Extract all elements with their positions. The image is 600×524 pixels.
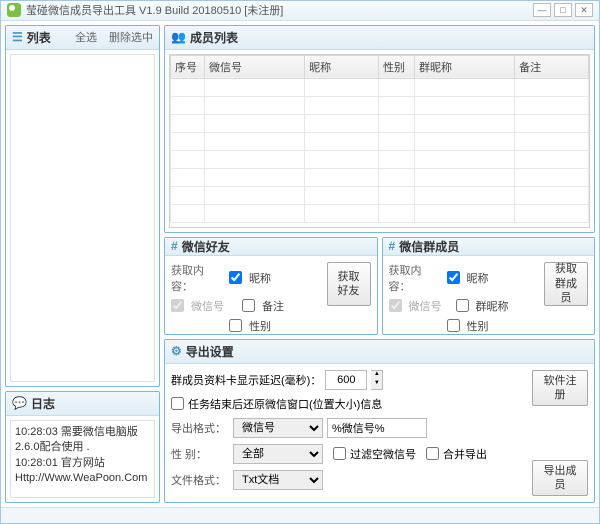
- log-line: 10:28:03 需要微信电脑版2.6.0配合使用 .: [15, 425, 150, 456]
- gender-label: 性 别：: [171, 446, 229, 462]
- log-body: 10:28:03 需要微信电脑版2.6.0配合使用 . 10:28:01 官方网…: [10, 420, 155, 498]
- app-window: 莹碰微信成员导出工具 V1.9 Build 20180510 [未注册] — □…: [0, 0, 600, 524]
- export-panel: ⚙ 导出设置 群成员资料卡显示延迟(毫秒)： ▲▼ 任务结束后还原微信窗口(位置…: [164, 339, 595, 503]
- col-index[interactable]: 序号: [171, 55, 205, 78]
- table-row: [171, 96, 589, 114]
- delay-input[interactable]: [325, 370, 367, 390]
- table-row: [171, 204, 589, 222]
- chk-wxid: [171, 299, 184, 312]
- chk-gender[interactable]: [229, 319, 242, 332]
- chat-icon: 💬: [12, 396, 27, 410]
- members-icon: 👥: [171, 30, 186, 44]
- restore-label: 任务结束后还原微信窗口(位置大小)信息: [188, 396, 382, 412]
- fetch-group-button[interactable]: 获取 群成员: [544, 262, 588, 306]
- table-row: [171, 150, 589, 168]
- list-title: 列表: [27, 29, 51, 46]
- chk-gnick[interactable]: [456, 299, 469, 312]
- export-right: 软件注册 导出成员: [532, 370, 588, 496]
- col-gnick[interactable]: 群昵称: [414, 55, 514, 78]
- gender-select[interactable]: 全部: [233, 444, 323, 464]
- table-row: [171, 132, 589, 150]
- friends-title: 微信好友: [182, 238, 230, 255]
- log-header: 💬 日志: [6, 392, 159, 416]
- hash-icon: #: [389, 239, 396, 253]
- friends-opts: 获取内容： 昵称 微信号 备注 性别: [171, 262, 321, 338]
- window-title: 莹碰微信成员导出工具 V1.9 Build 20180510 [未注册]: [26, 2, 283, 18]
- members-header: 👥 成员列表: [165, 26, 594, 50]
- maximize-button[interactable]: □: [554, 3, 572, 17]
- friends-body: 获取内容： 昵称 微信号 备注 性别: [165, 256, 377, 344]
- group-body: 获取内容： 昵称 微信号 群昵称 性别: [383, 256, 595, 344]
- format-template[interactable]: [327, 418, 427, 438]
- chk-nick[interactable]: [229, 271, 242, 284]
- group-title: 微信群成员: [399, 238, 459, 255]
- chk-nick[interactable]: [447, 271, 460, 284]
- format-select[interactable]: 微信号: [233, 418, 323, 438]
- content: ☰ 列表 全选 删除选中 💬 日志 10:28:03 需要微信电脑版2.6.0配…: [1, 21, 599, 507]
- export-button[interactable]: 导出成员: [532, 460, 588, 496]
- format-label: 导出格式：: [171, 420, 229, 436]
- chk-wxid: [389, 299, 402, 312]
- table-row: [171, 186, 589, 204]
- chk-filter-empty[interactable]: [333, 447, 346, 460]
- export-title: 导出设置: [186, 343, 234, 360]
- chk-remark[interactable]: [242, 299, 255, 312]
- friends-panel: # 微信好友 获取内容： 昵称 微信号 备注: [164, 237, 378, 335]
- group-panel: # 微信群成员 获取内容： 昵称 微信号 群昵称: [382, 237, 596, 335]
- members-title: 成员列表: [190, 29, 238, 46]
- gear-icon: ⚙: [171, 344, 182, 358]
- list-panel: ☰ 列表 全选 删除选中: [5, 25, 160, 387]
- group-header: # 微信群成员: [383, 238, 595, 256]
- members-panel: 👥 成员列表 序号 微信号 昵称 性别 群昵称 备注: [164, 25, 595, 233]
- chk-merge[interactable]: [426, 447, 439, 460]
- fetch-label: 获取内容：: [389, 262, 443, 294]
- chk-restore-window[interactable]: [171, 397, 184, 410]
- log-title: 日志: [31, 395, 55, 412]
- hash-icon: #: [171, 239, 178, 253]
- log-line: Http://Www.WeaPoon.Com: [15, 471, 150, 486]
- col-remark[interactable]: 备注: [515, 55, 589, 78]
- fetch-label: 获取内容：: [171, 262, 225, 294]
- titlebar: 莹碰微信成员导出工具 V1.9 Build 20180510 [未注册] — □…: [1, 1, 599, 21]
- wechat-icon: [7, 3, 21, 17]
- friends-header: # 微信好友: [165, 238, 377, 256]
- right-column: 👥 成员列表 序号 微信号 昵称 性别 群昵称 备注: [164, 25, 595, 503]
- delay-spinner[interactable]: ▲▼: [371, 370, 383, 390]
- delete-selected-link[interactable]: 删除选中: [109, 29, 153, 45]
- fetch-friends-button[interactable]: 获取 好友: [327, 262, 371, 306]
- members-table-wrap[interactable]: 序号 微信号 昵称 性别 群昵称 备注: [169, 54, 590, 228]
- fetch-row: # 微信好友 获取内容： 昵称 微信号 备注: [164, 237, 595, 335]
- left-column: ☰ 列表 全选 删除选中 💬 日志 10:28:03 需要微信电脑版2.6.0配…: [5, 25, 160, 503]
- col-wxid[interactable]: 微信号: [205, 55, 305, 78]
- table-row: [171, 78, 589, 96]
- filter-empty-label: 过滤空微信号: [350, 446, 416, 462]
- file-label: 文件格式：: [171, 472, 229, 488]
- members-table: 序号 微信号 昵称 性别 群昵称 备注: [170, 55, 589, 223]
- list-icon: ☰: [12, 30, 23, 44]
- log-line: 10:28:01 官方网站: [15, 456, 150, 471]
- export-left: 群成员资料卡显示延迟(毫秒)： ▲▼ 任务结束后还原微信窗口(位置大小)信息 导…: [171, 370, 526, 496]
- select-all-link[interactable]: 全选: [75, 29, 97, 45]
- list-header: ☰ 列表 全选 删除选中: [6, 26, 159, 50]
- table-row: [171, 168, 589, 186]
- close-button[interactable]: ✕: [575, 3, 593, 17]
- export-body: 群成员资料卡显示延迟(毫秒)： ▲▼ 任务结束后还原微信窗口(位置大小)信息 导…: [165, 364, 594, 502]
- file-select[interactable]: Txt文档: [233, 470, 323, 490]
- register-button[interactable]: 软件注册: [532, 370, 588, 406]
- minimize-button[interactable]: —: [533, 3, 551, 17]
- group-opts: 获取内容： 昵称 微信号 群昵称 性别: [389, 262, 539, 338]
- col-nick[interactable]: 昵称: [305, 55, 379, 78]
- merge-label: 合并导出: [443, 446, 487, 462]
- statusbar: [1, 507, 599, 523]
- log-panel: 💬 日志 10:28:03 需要微信电脑版2.6.0配合使用 . 10:28:0…: [5, 391, 160, 503]
- table-row: [171, 114, 589, 132]
- list-body[interactable]: [10, 54, 155, 382]
- export-header: ⚙ 导出设置: [165, 340, 594, 364]
- chk-gender[interactable]: [447, 319, 460, 332]
- delay-label: 群成员资料卡显示延迟(毫秒)：: [171, 372, 321, 388]
- col-gender[interactable]: 性别: [378, 55, 414, 78]
